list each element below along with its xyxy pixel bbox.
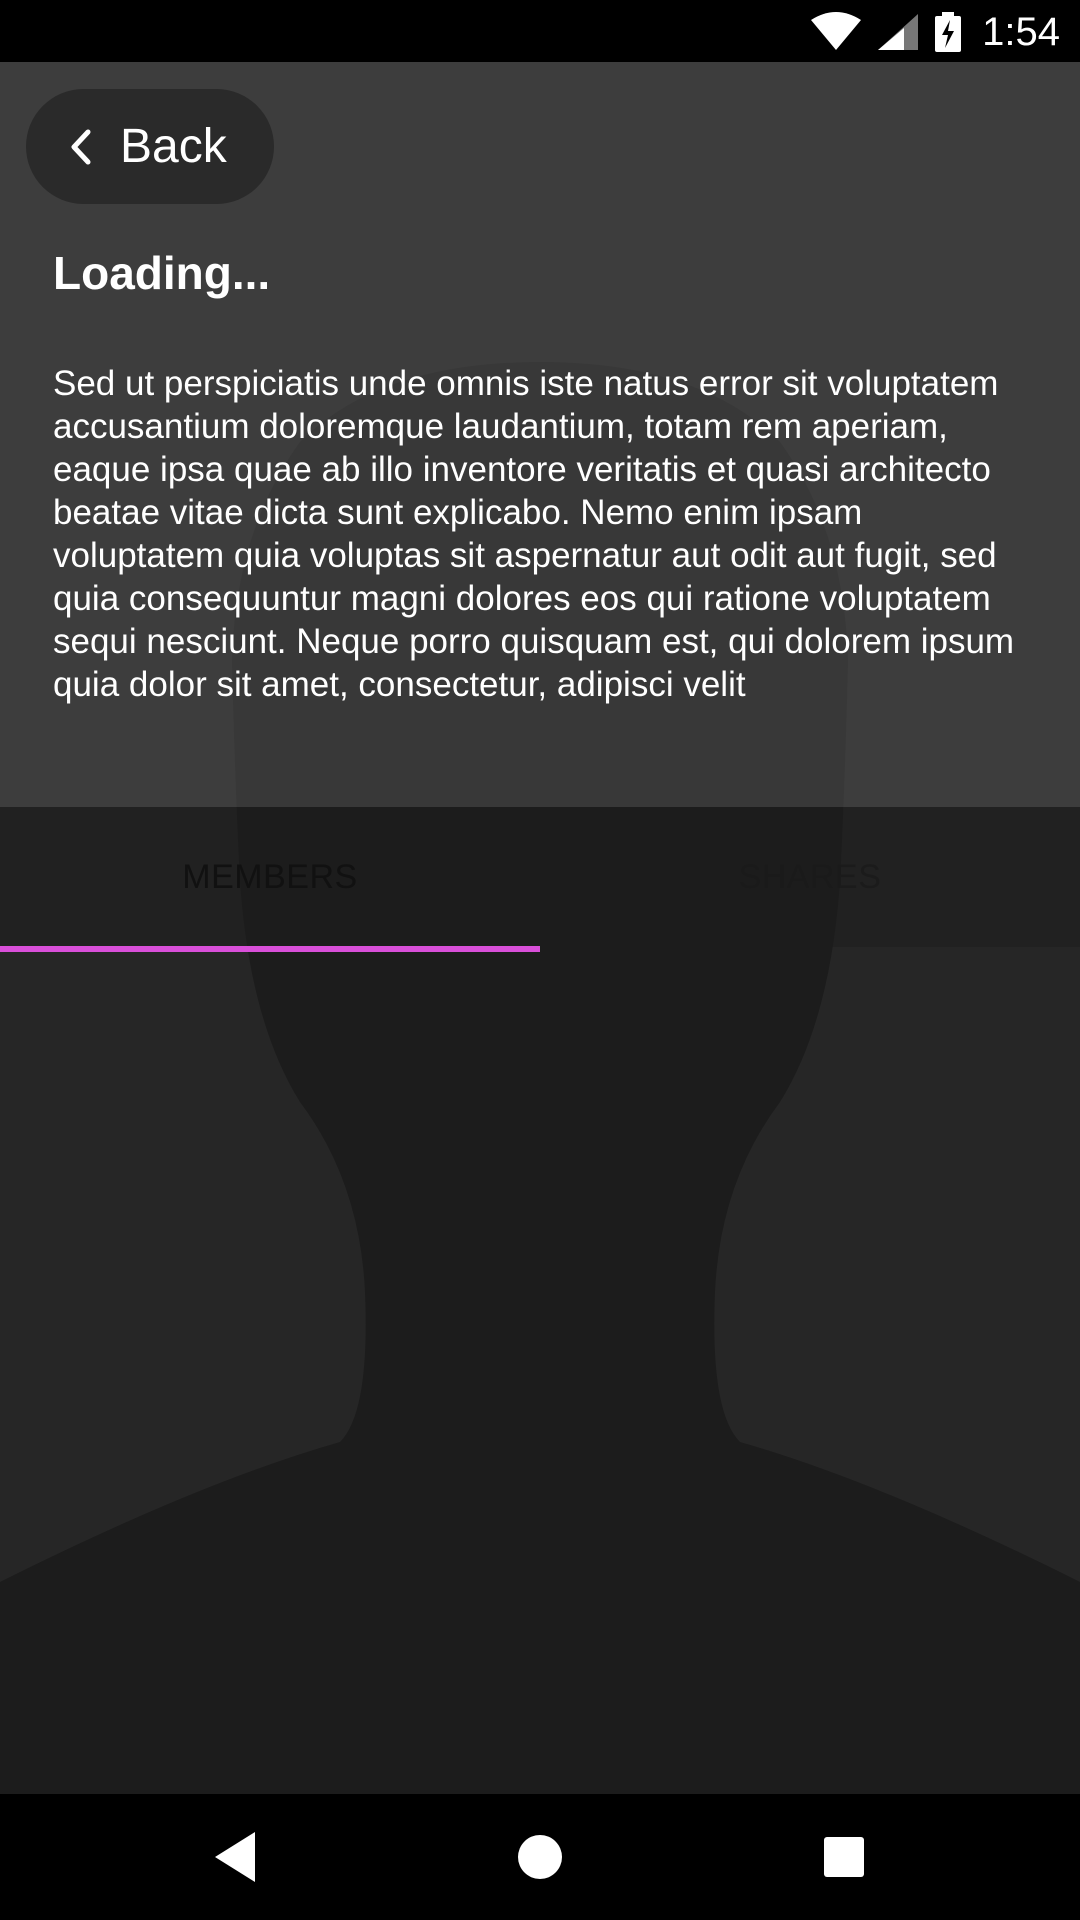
chevron-left-icon <box>71 129 91 164</box>
page-title: Loading... <box>53 247 271 299</box>
back-triangle-icon[interactable] <box>203 1824 269 1890</box>
wifi-icon <box>811 12 862 50</box>
back-button[interactable]: Back <box>26 89 274 204</box>
home-circle-icon[interactable] <box>507 1824 573 1890</box>
content-area: Back Loading... Sed ut perspiciatis unde… <box>0 62 1080 1794</box>
navigation-bar <box>0 1794 1080 1920</box>
tab-selected-indicator <box>0 946 540 952</box>
tab-members[interactable]: MEMBERS <box>0 807 540 947</box>
status-icons: 1:54 <box>810 8 1060 56</box>
back-button-label: Back <box>120 120 227 173</box>
recents-square-icon[interactable] <box>811 1824 877 1890</box>
tab-bar: MEMBERS SHARES <box>0 807 1080 947</box>
screen: 1:54 Back Loading... Sed ut perspiciatis… <box>0 0 1080 1920</box>
status-bar: 1:54 <box>0 0 1080 62</box>
header-panel: Back Loading... Sed ut perspiciatis unde… <box>0 62 1080 807</box>
description-text: Sed ut perspiciatis unde omnis iste natu… <box>53 364 1015 704</box>
battery-charging-icon <box>935 12 962 52</box>
status-time: 1:54 <box>982 9 1060 54</box>
cell-signal-icon <box>878 14 919 50</box>
tab-shares[interactable]: SHARES <box>540 807 1080 947</box>
